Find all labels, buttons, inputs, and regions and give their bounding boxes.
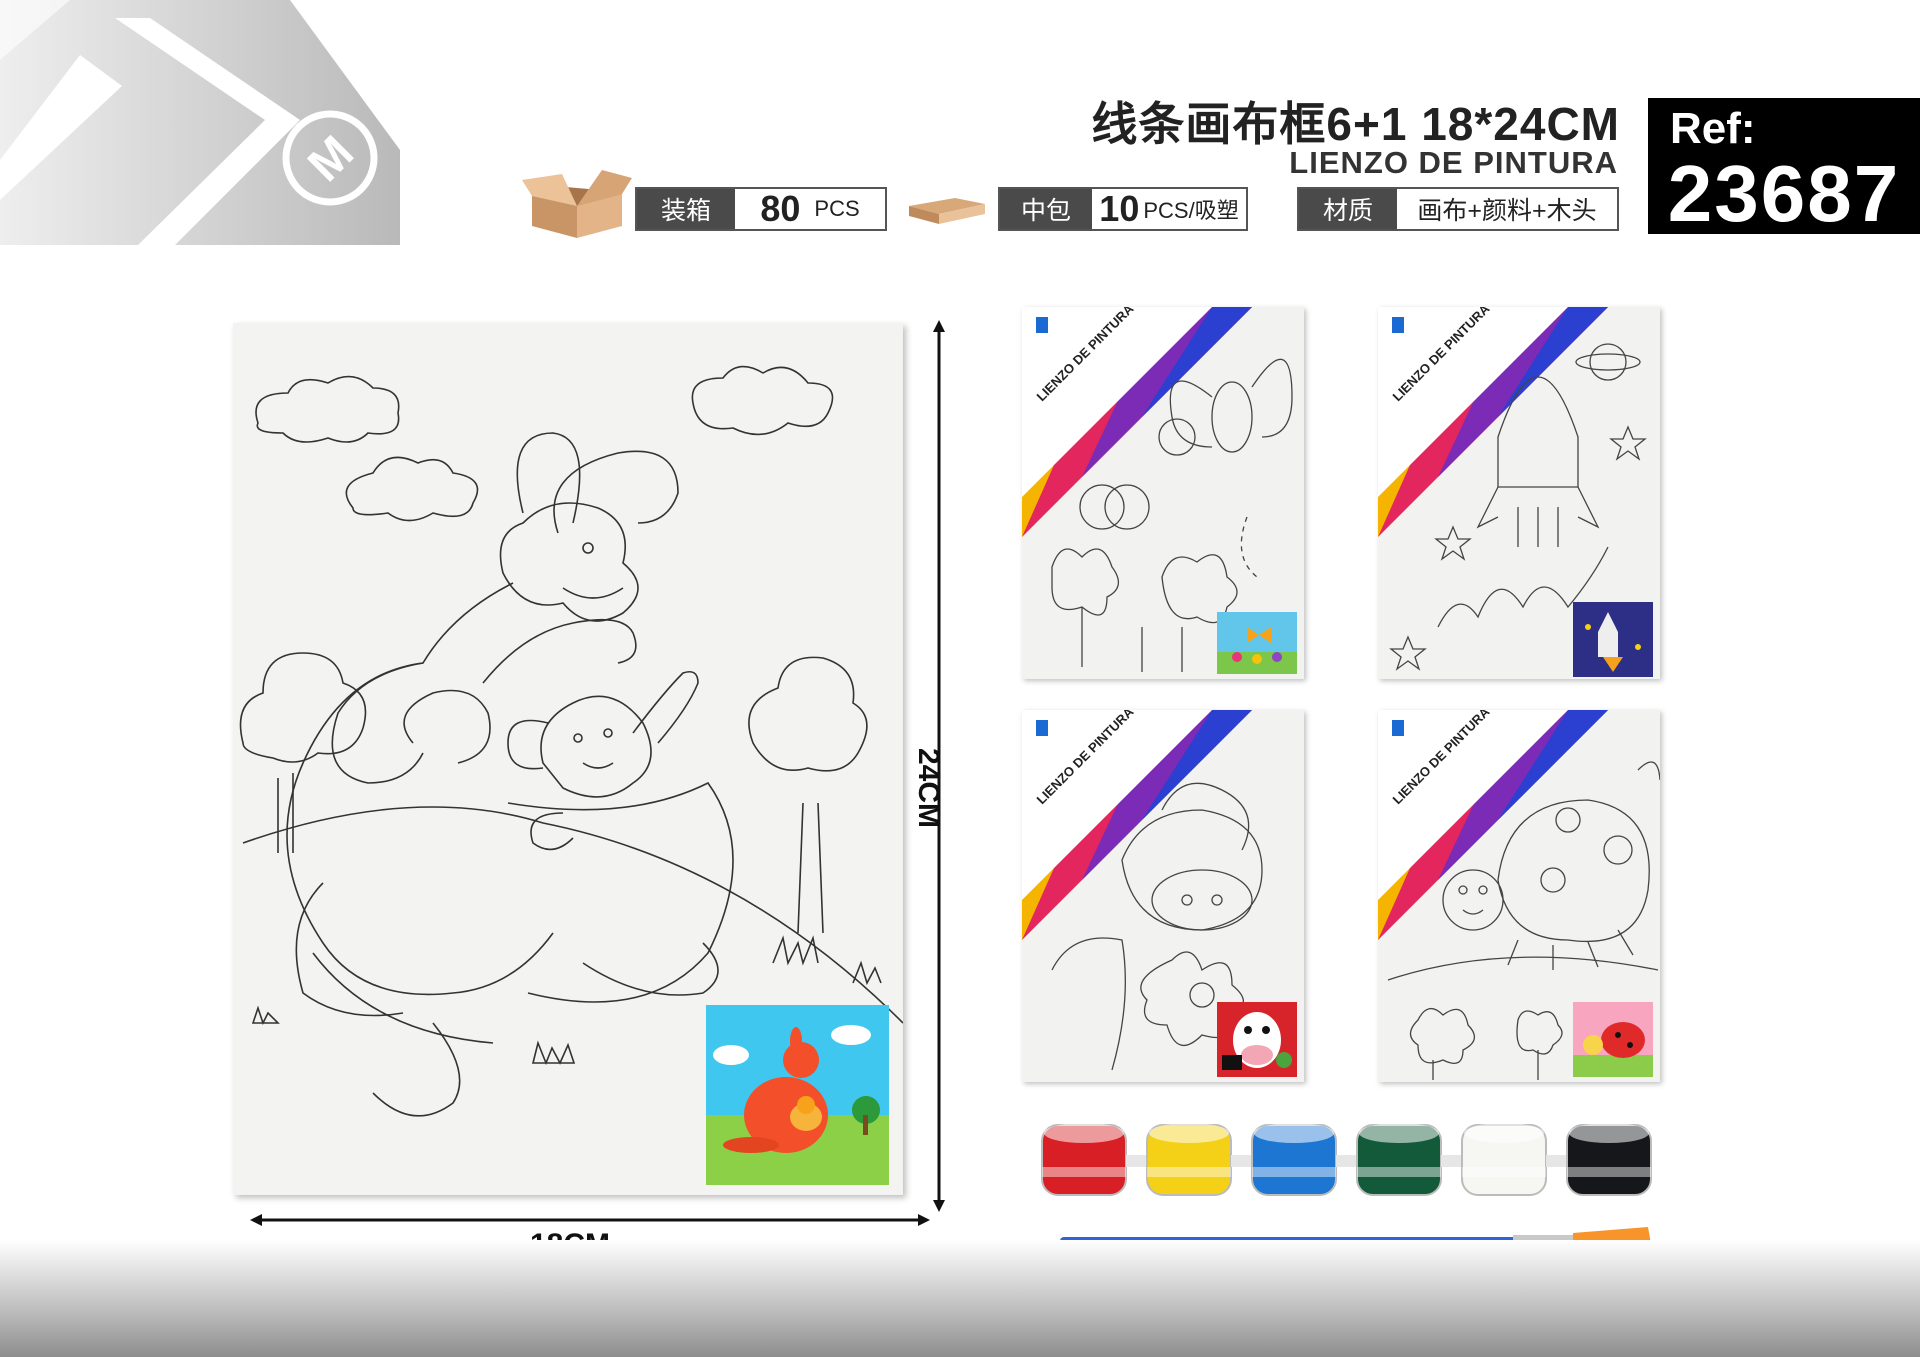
carton-unit: PCS: [814, 196, 860, 221]
ref-number: 23687: [1667, 149, 1901, 238]
product-title-es: LIENZO DE PINTURA: [1289, 145, 1618, 180]
material-chip: 材质 画布+颜料+木头: [1297, 187, 1619, 231]
paint-pot: [1461, 1123, 1567, 1196]
paint-pot: [1251, 1123, 1357, 1196]
canvas-thumb-cow: LIENZO DE PINTURA: [1022, 710, 1304, 1082]
inner-label: 中包: [1000, 189, 1092, 229]
canvas-thumb-ladybug: LIENZO DE PINTURA: [1378, 710, 1660, 1082]
inner-value: 10 PCS/吸塑: [1092, 188, 1246, 229]
ref-label: Ref:: [1670, 104, 1756, 153]
canvas-thumb-butterfly: LIENZO DE PINTURA: [1022, 307, 1304, 679]
paint-pot: [1041, 1123, 1147, 1196]
carton-label: 装箱: [637, 189, 735, 229]
material-value: 画布+颜料+木头: [1397, 189, 1617, 229]
bottom-gradient-band: [0, 1240, 1920, 1357]
inner-unit: PCS/吸塑: [1143, 198, 1239, 223]
inner-tray-icon: [909, 198, 985, 224]
paint-pot: [1146, 1123, 1252, 1196]
ref-box: Ref: 23687: [1648, 98, 1920, 238]
material-label: 材质: [1299, 189, 1397, 229]
brand-logo: M: [0, 0, 400, 245]
kangaroo-color-sticker: [706, 1005, 889, 1185]
paint-pot-strip: [1041, 1123, 1652, 1196]
thumb-brand-mark: [1036, 317, 1048, 333]
main-canvas: [233, 323, 904, 1195]
carton-qty-chip: 装箱 80 PCS: [635, 187, 887, 231]
height-label: 24CM: [912, 748, 945, 829]
carton-value: 80 PCS: [735, 188, 885, 229]
paint-pot: [1566, 1123, 1652, 1196]
canvas-thumb-rocket: LIENZO DE PINTURA: [1378, 307, 1660, 679]
inner-qty: 10: [1099, 188, 1140, 229]
paint-pot: [1356, 1123, 1462, 1196]
carton-box-icon: [522, 170, 632, 238]
carton-qty: 80: [760, 188, 801, 229]
width-dimension-arrow: [250, 1214, 930, 1226]
inner-qty-chip: 中包 10 PCS/吸塑: [998, 187, 1248, 231]
